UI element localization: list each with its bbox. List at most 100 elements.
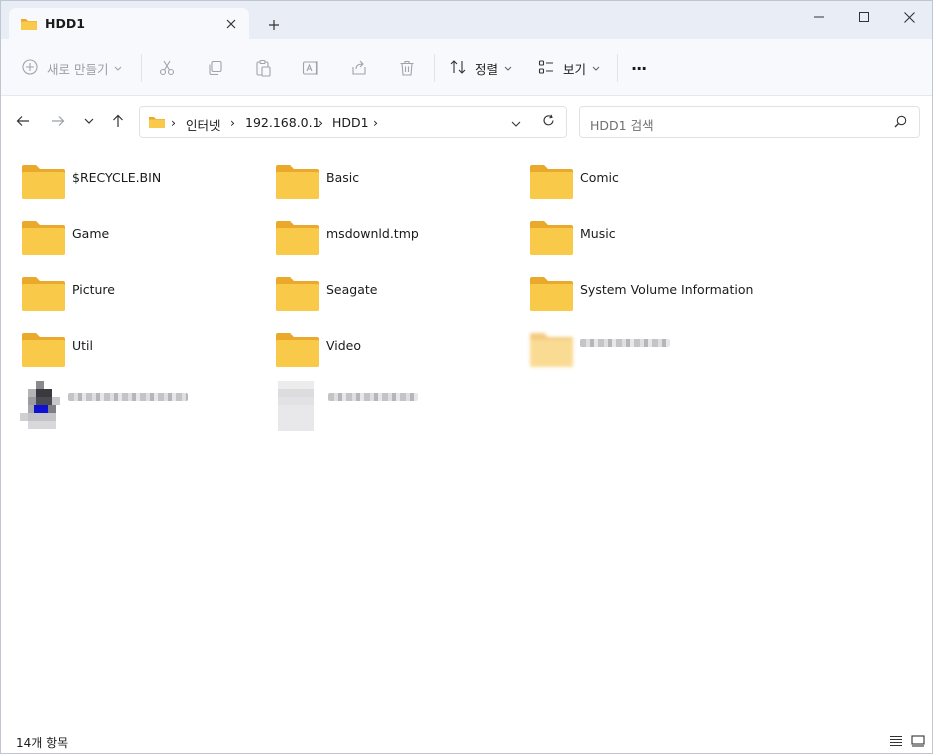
- status-bar: 14개 항목: [1, 729, 932, 753]
- details-view-icon[interactable]: [888, 734, 904, 748]
- paste-icon[interactable]: [254, 53, 272, 83]
- folder-icon: [22, 220, 65, 258]
- sort-button[interactable]: 정렬: [449, 53, 512, 83]
- folder-item[interactable]: Basic: [276, 164, 516, 208]
- back-arrow-icon[interactable]: [12, 110, 34, 132]
- file-icon: [278, 381, 314, 434]
- search-box[interactable]: HDD1 검색: [579, 106, 920, 138]
- breadcrumb-hdd1[interactable]: HDD1: [332, 115, 369, 130]
- explorer-window: HDD1 새로 만들기 정렬 보기 ··· › 인터넷 › 192.168.0.…: [0, 0, 933, 754]
- separator: [141, 54, 142, 82]
- item-count: 14개 항목: [16, 736, 69, 750]
- copy-icon[interactable]: [206, 53, 224, 83]
- file-item-redacted[interactable]: [278, 381, 518, 431]
- folder-item[interactable]: Util: [22, 332, 262, 376]
- folder-name: System Volume Information: [580, 282, 754, 297]
- separator: [617, 54, 618, 82]
- cut-icon[interactable]: [158, 53, 176, 83]
- folder-item[interactable]: System Volume Information: [530, 276, 830, 320]
- recent-chevron-down-icon[interactable]: [78, 110, 100, 132]
- executable-icon: [20, 381, 64, 434]
- search-icon[interactable]: [894, 115, 907, 131]
- chevron-down-icon: [504, 61, 512, 75]
- share-icon[interactable]: [350, 53, 368, 83]
- up-arrow-icon[interactable]: [107, 110, 129, 132]
- folder-icon: [276, 164, 319, 202]
- command-bar: 새로 만들기 정렬 보기 ···: [1, 39, 932, 96]
- folder-name: Comic: [580, 170, 619, 185]
- folder-item-redacted[interactable]: [530, 332, 770, 376]
- folder-name: Util: [72, 338, 93, 353]
- breadcrumb-internet[interactable]: 인터넷: [186, 115, 221, 134]
- folder-item[interactable]: $RECYCLE.BIN: [22, 164, 262, 208]
- maximize-icon[interactable]: [841, 1, 887, 33]
- separator: [434, 54, 435, 82]
- more-icon: ···: [631, 58, 647, 78]
- plus-circle-icon: [21, 58, 39, 79]
- folder-icon: [22, 276, 65, 314]
- folder-icon: [22, 164, 65, 202]
- folder-name: Game: [72, 226, 110, 241]
- more-button[interactable]: ···: [631, 53, 647, 83]
- folder-icon: [276, 220, 319, 258]
- new-button-label: 새로 만들기: [47, 61, 109, 77]
- redacted-name: [68, 393, 188, 401]
- folder-icon: [530, 164, 573, 202]
- folder-name: Seagate: [326, 282, 378, 297]
- chevron-down-icon: [592, 61, 600, 75]
- sort-icon: [449, 58, 467, 79]
- view-label: 보기: [563, 61, 587, 77]
- folder-name: Basic: [326, 170, 360, 185]
- folder-item[interactable]: Game: [22, 220, 262, 264]
- folder-icon: [276, 276, 319, 314]
- chevron-right-icon[interactable]: ›: [373, 115, 378, 130]
- minimize-icon[interactable]: [796, 1, 842, 33]
- folder-item[interactable]: Seagate: [276, 276, 516, 320]
- folder-item[interactable]: msdownld.tmp: [276, 220, 516, 264]
- folder-icon: [276, 332, 319, 370]
- folder-icon: [22, 332, 65, 370]
- file-list: $RECYCLE.BIN Basic Comic Game msdownld.t…: [1, 146, 932, 726]
- folder-item[interactable]: Video: [276, 332, 516, 376]
- sort-label: 정렬: [475, 61, 499, 77]
- delete-icon[interactable]: [398, 53, 416, 83]
- chevron-down-icon: [114, 61, 122, 75]
- breadcrumb-ip[interactable]: 192.168.0.1: [245, 115, 321, 130]
- folder-icon: [530, 220, 573, 258]
- close-icon[interactable]: [221, 14, 241, 34]
- title-bar: HDD1: [1, 1, 932, 40]
- redacted-name: [328, 393, 418, 401]
- rename-icon[interactable]: [302, 53, 320, 83]
- chevron-right-icon[interactable]: ›: [171, 115, 176, 130]
- folder-name: Music: [580, 226, 616, 241]
- address-history-chevron-icon[interactable]: [511, 116, 521, 130]
- folder-icon: [20, 17, 38, 34]
- address-bar[interactable]: › 인터넷 › 192.168.0.1 › HDD1 ›: [139, 106, 567, 138]
- new-button[interactable]: 새로 만들기: [21, 53, 122, 83]
- tab-hdd1[interactable]: HDD1: [9, 8, 249, 40]
- navigation-row: › 인터넷 › 192.168.0.1 › HDD1 › HDD1 검색: [1, 96, 932, 146]
- view-icon: [537, 58, 555, 79]
- folder-icon: [530, 276, 573, 314]
- file-item-redacted[interactable]: [20, 381, 260, 431]
- chevron-right-icon[interactable]: ›: [230, 115, 235, 130]
- folder-item[interactable]: Music: [530, 220, 770, 264]
- folder-item[interactable]: Comic: [530, 164, 770, 208]
- folder-icon: [530, 332, 573, 370]
- folder-name: Video: [326, 338, 362, 353]
- folder-name: Picture: [72, 282, 115, 297]
- tab-title: HDD1: [45, 16, 85, 31]
- plus-icon[interactable]: [263, 14, 285, 36]
- folder-name: msdownld.tmp: [326, 226, 419, 241]
- folder-icon: [148, 115, 166, 132]
- large-icons-view-icon[interactable]: [910, 734, 926, 748]
- refresh-icon[interactable]: [542, 114, 555, 130]
- forward-arrow-icon[interactable]: [47, 110, 69, 132]
- chevron-right-icon[interactable]: ›: [318, 115, 323, 130]
- folder-name: $RECYCLE.BIN: [72, 170, 162, 185]
- close-window-icon[interactable]: [886, 1, 932, 33]
- folder-item[interactable]: Picture: [22, 276, 262, 320]
- search-placeholder: HDD1 검색: [590, 118, 654, 133]
- view-button[interactable]: 보기: [537, 53, 600, 83]
- redacted-name: [580, 339, 670, 347]
